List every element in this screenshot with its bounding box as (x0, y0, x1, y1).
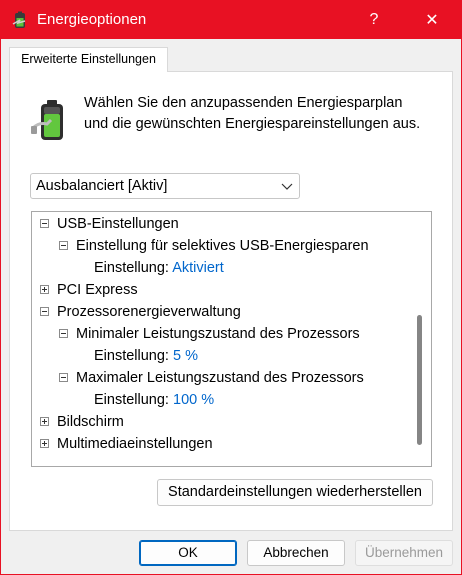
tree-item-label: Multimediaeinstellungen (57, 436, 213, 452)
tree-item-usb[interactable]: USB-Einstellungen (40, 213, 179, 235)
tree-item-display[interactable]: Bildschirm (40, 411, 124, 433)
collapse-icon[interactable] (59, 241, 68, 250)
tree-setting-cpu-max[interactable]: Einstellung: 100 % (94, 389, 214, 411)
restore-defaults-button[interactable]: Standardeinstellungen wiederherstellen (157, 479, 433, 506)
tree-item-cpu-max[interactable]: Maximaler Leistungszustand des Prozessor… (59, 367, 364, 389)
settings-tree[interactable]: USB-Einstellungen Einstellung für selekt… (31, 211, 432, 467)
expand-icon[interactable] (40, 285, 49, 294)
power-plan-select[interactable]: Ausbalanciert [Aktiv] (30, 173, 300, 199)
power-options-dialog: Energieoptionen ? ✕ Erweiterte Einstellu… (0, 0, 462, 575)
window-title: Energieoptionen (37, 11, 147, 28)
tree-item-usb-selective[interactable]: Einstellung für selektives USB-Energiesp… (59, 235, 369, 257)
tree-item-label: PCI Express (57, 282, 138, 298)
setting-label: Einstellung: (94, 348, 173, 364)
tree-setting-cpu-min[interactable]: Einstellung: 5 % (94, 345, 198, 367)
close-button[interactable]: ✕ (409, 1, 455, 39)
setting-value-link[interactable]: 5 % (173, 348, 198, 364)
power-plan-value: Ausbalanciert [Aktiv] (36, 178, 168, 194)
tree-item-multimedia[interactable]: Multimediaeinstellungen (40, 433, 213, 455)
expand-icon[interactable] (40, 439, 49, 448)
battery-plug-icon (31, 100, 63, 140)
cancel-button[interactable]: Abbrechen (247, 540, 345, 566)
chevron-down-icon (281, 183, 293, 190)
tree-item-cpu-min[interactable]: Minimaler Leistungszustand des Prozessor… (59, 323, 360, 345)
expand-icon[interactable] (40, 417, 49, 426)
description-text: Wählen Sie den anzupassenden Energiespar… (84, 95, 421, 132)
collapse-icon[interactable] (59, 373, 68, 382)
collapse-icon[interactable] (59, 329, 68, 338)
setting-label: Einstellung: (94, 392, 173, 408)
tree-item-label: Maximaler Leistungszustand des Prozessor… (76, 370, 364, 386)
tab-advanced-settings[interactable]: Erweiterte Einstellungen (9, 47, 168, 72)
tree-item-label: Bildschirm (57, 414, 124, 430)
tree-item-label: Einstellung für selektives USB-Energiesp… (76, 238, 369, 254)
help-button[interactable]: ? (351, 1, 397, 39)
scrollbar-thumb[interactable] (417, 315, 422, 445)
tree-item-label: Minimaler Leistungszustand des Prozessor… (76, 326, 360, 342)
tree-item-label: USB-Einstellungen (57, 216, 179, 232)
apply-button[interactable]: Übernehmen (355, 540, 453, 566)
collapse-icon[interactable] (40, 307, 49, 316)
tree-setting-usb[interactable]: Einstellung: Aktiviert (94, 257, 224, 279)
setting-label: Einstellung: (94, 260, 173, 276)
title-bar: Energieoptionen ? ✕ (1, 1, 461, 39)
setting-value-link[interactable]: 100 % (173, 392, 214, 408)
tree-item-label: Prozessorenergieverwaltung (57, 304, 241, 320)
ok-button[interactable]: OK (139, 540, 237, 566)
power-options-icon (12, 11, 26, 28)
tree-item-cpu[interactable]: Prozessorenergieverwaltung (40, 301, 241, 323)
setting-value-link[interactable]: Aktiviert (172, 260, 224, 276)
tree-item-pci[interactable]: PCI Express (40, 279, 138, 301)
collapse-icon[interactable] (40, 219, 49, 228)
